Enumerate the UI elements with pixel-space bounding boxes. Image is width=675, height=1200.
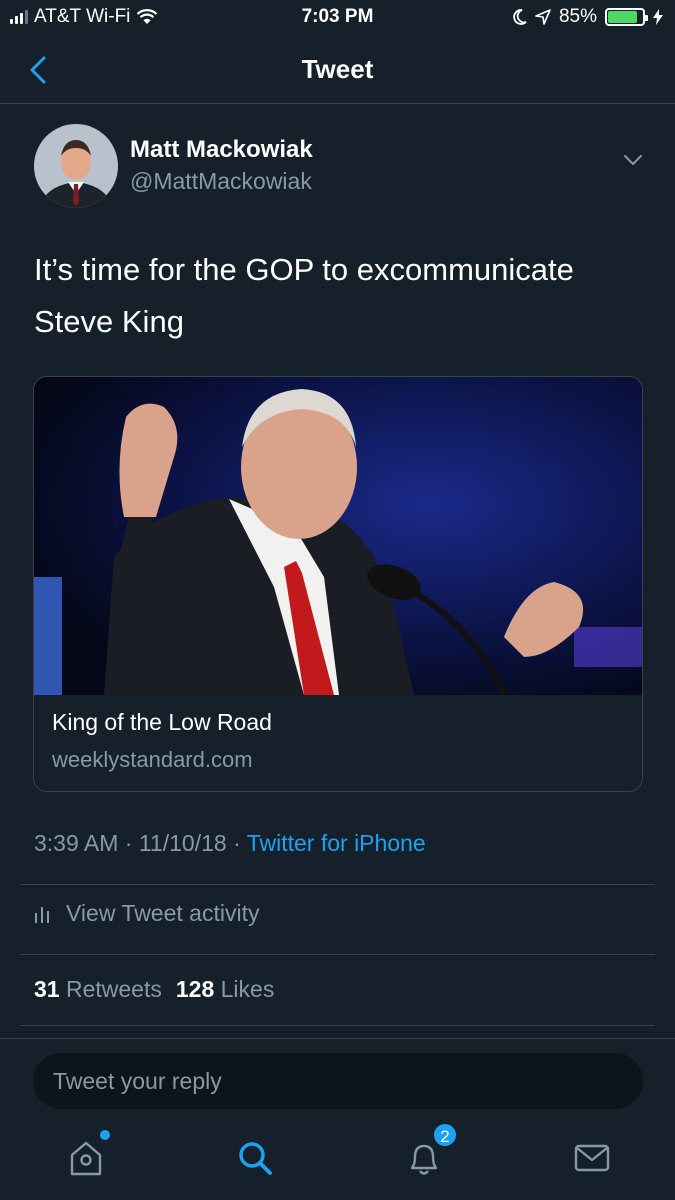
- home-notification-dot: [100, 1130, 110, 1140]
- retweets-stat[interactable]: 31 Retweets: [34, 976, 162, 1002]
- status-bar: AT&T Wi-Fi 7:03 PM 85%: [0, 0, 675, 36]
- battery-percent: 85%: [558, 6, 597, 27]
- tweet-stats: 31 Retweets 128 Likes: [34, 976, 274, 1003]
- chevron-down-icon: [624, 155, 642, 165]
- location-icon: [535, 9, 551, 25]
- tweet-time: 3:39 AM: [34, 830, 119, 856]
- card-title: King of the Low Road: [52, 709, 272, 735]
- search-icon: [239, 1142, 272, 1175]
- analytics-icon: [35, 906, 49, 923]
- page-title: Tweet: [301, 54, 374, 84]
- tab-notifications[interactable]: 2: [402, 1122, 458, 1180]
- meta-separator: ·: [124, 830, 133, 856]
- notification-badge: 2: [432, 1122, 458, 1148]
- tab-bar: 2: [0, 1122, 675, 1200]
- retweets-count: 31: [34, 976, 60, 1002]
- link-card[interactable]: King of the Low Road weeklystandard.com: [33, 376, 643, 792]
- likes-count: 128: [175, 976, 215, 1002]
- meta-separator: ·: [233, 830, 241, 856]
- moon-icon: [513, 9, 527, 25]
- reply-bar: [0, 1038, 675, 1126]
- card-image: [34, 377, 642, 695]
- top-nav: Tweet: [0, 36, 675, 104]
- charging-icon: [653, 9, 663, 25]
- tab-home[interactable]: [64, 1130, 110, 1180]
- retweets-label: Retweets: [65, 976, 162, 1002]
- tweet-text: It’s time for the GOP to excommunicate S…: [34, 252, 574, 339]
- likes-stat[interactable]: 128 Likes: [176, 976, 274, 1002]
- divider: [20, 1025, 655, 1026]
- messages-icon: [574, 1144, 610, 1172]
- avatar-image: [34, 124, 118, 208]
- author-handle[interactable]: @MattMackowiak: [130, 168, 312, 195]
- tweet-date: 11/10/18: [138, 830, 227, 856]
- author-name[interactable]: Matt Mackowiak: [130, 136, 313, 164]
- tab-search[interactable]: [233, 1136, 277, 1180]
- avatar[interactable]: [34, 124, 118, 208]
- activity-label: View Tweet activity: [66, 900, 260, 926]
- tweet-meta: 3:39 AM · 11/10/18 · Twitter for iPhone: [34, 830, 426, 857]
- status-right: 85%: [513, 6, 663, 28]
- battery-icon: [605, 8, 648, 26]
- tweet-options-button[interactable]: [619, 146, 647, 174]
- tweet-source-link[interactable]: Twitter for iPhone: [247, 830, 426, 856]
- tab-messages[interactable]: [570, 1136, 614, 1180]
- home-icon: [70, 1141, 102, 1176]
- divider: [20, 884, 655, 885]
- likes-label: Likes: [220, 976, 275, 1002]
- card-domain: weeklystandard.com: [52, 747, 253, 772]
- divider: [20, 954, 655, 955]
- reply-input[interactable]: [33, 1053, 643, 1109]
- view-tweet-activity-button[interactable]: View Tweet activity: [34, 900, 259, 927]
- tweet-author: Matt Mackowiak @MattMackowiak: [34, 124, 655, 210]
